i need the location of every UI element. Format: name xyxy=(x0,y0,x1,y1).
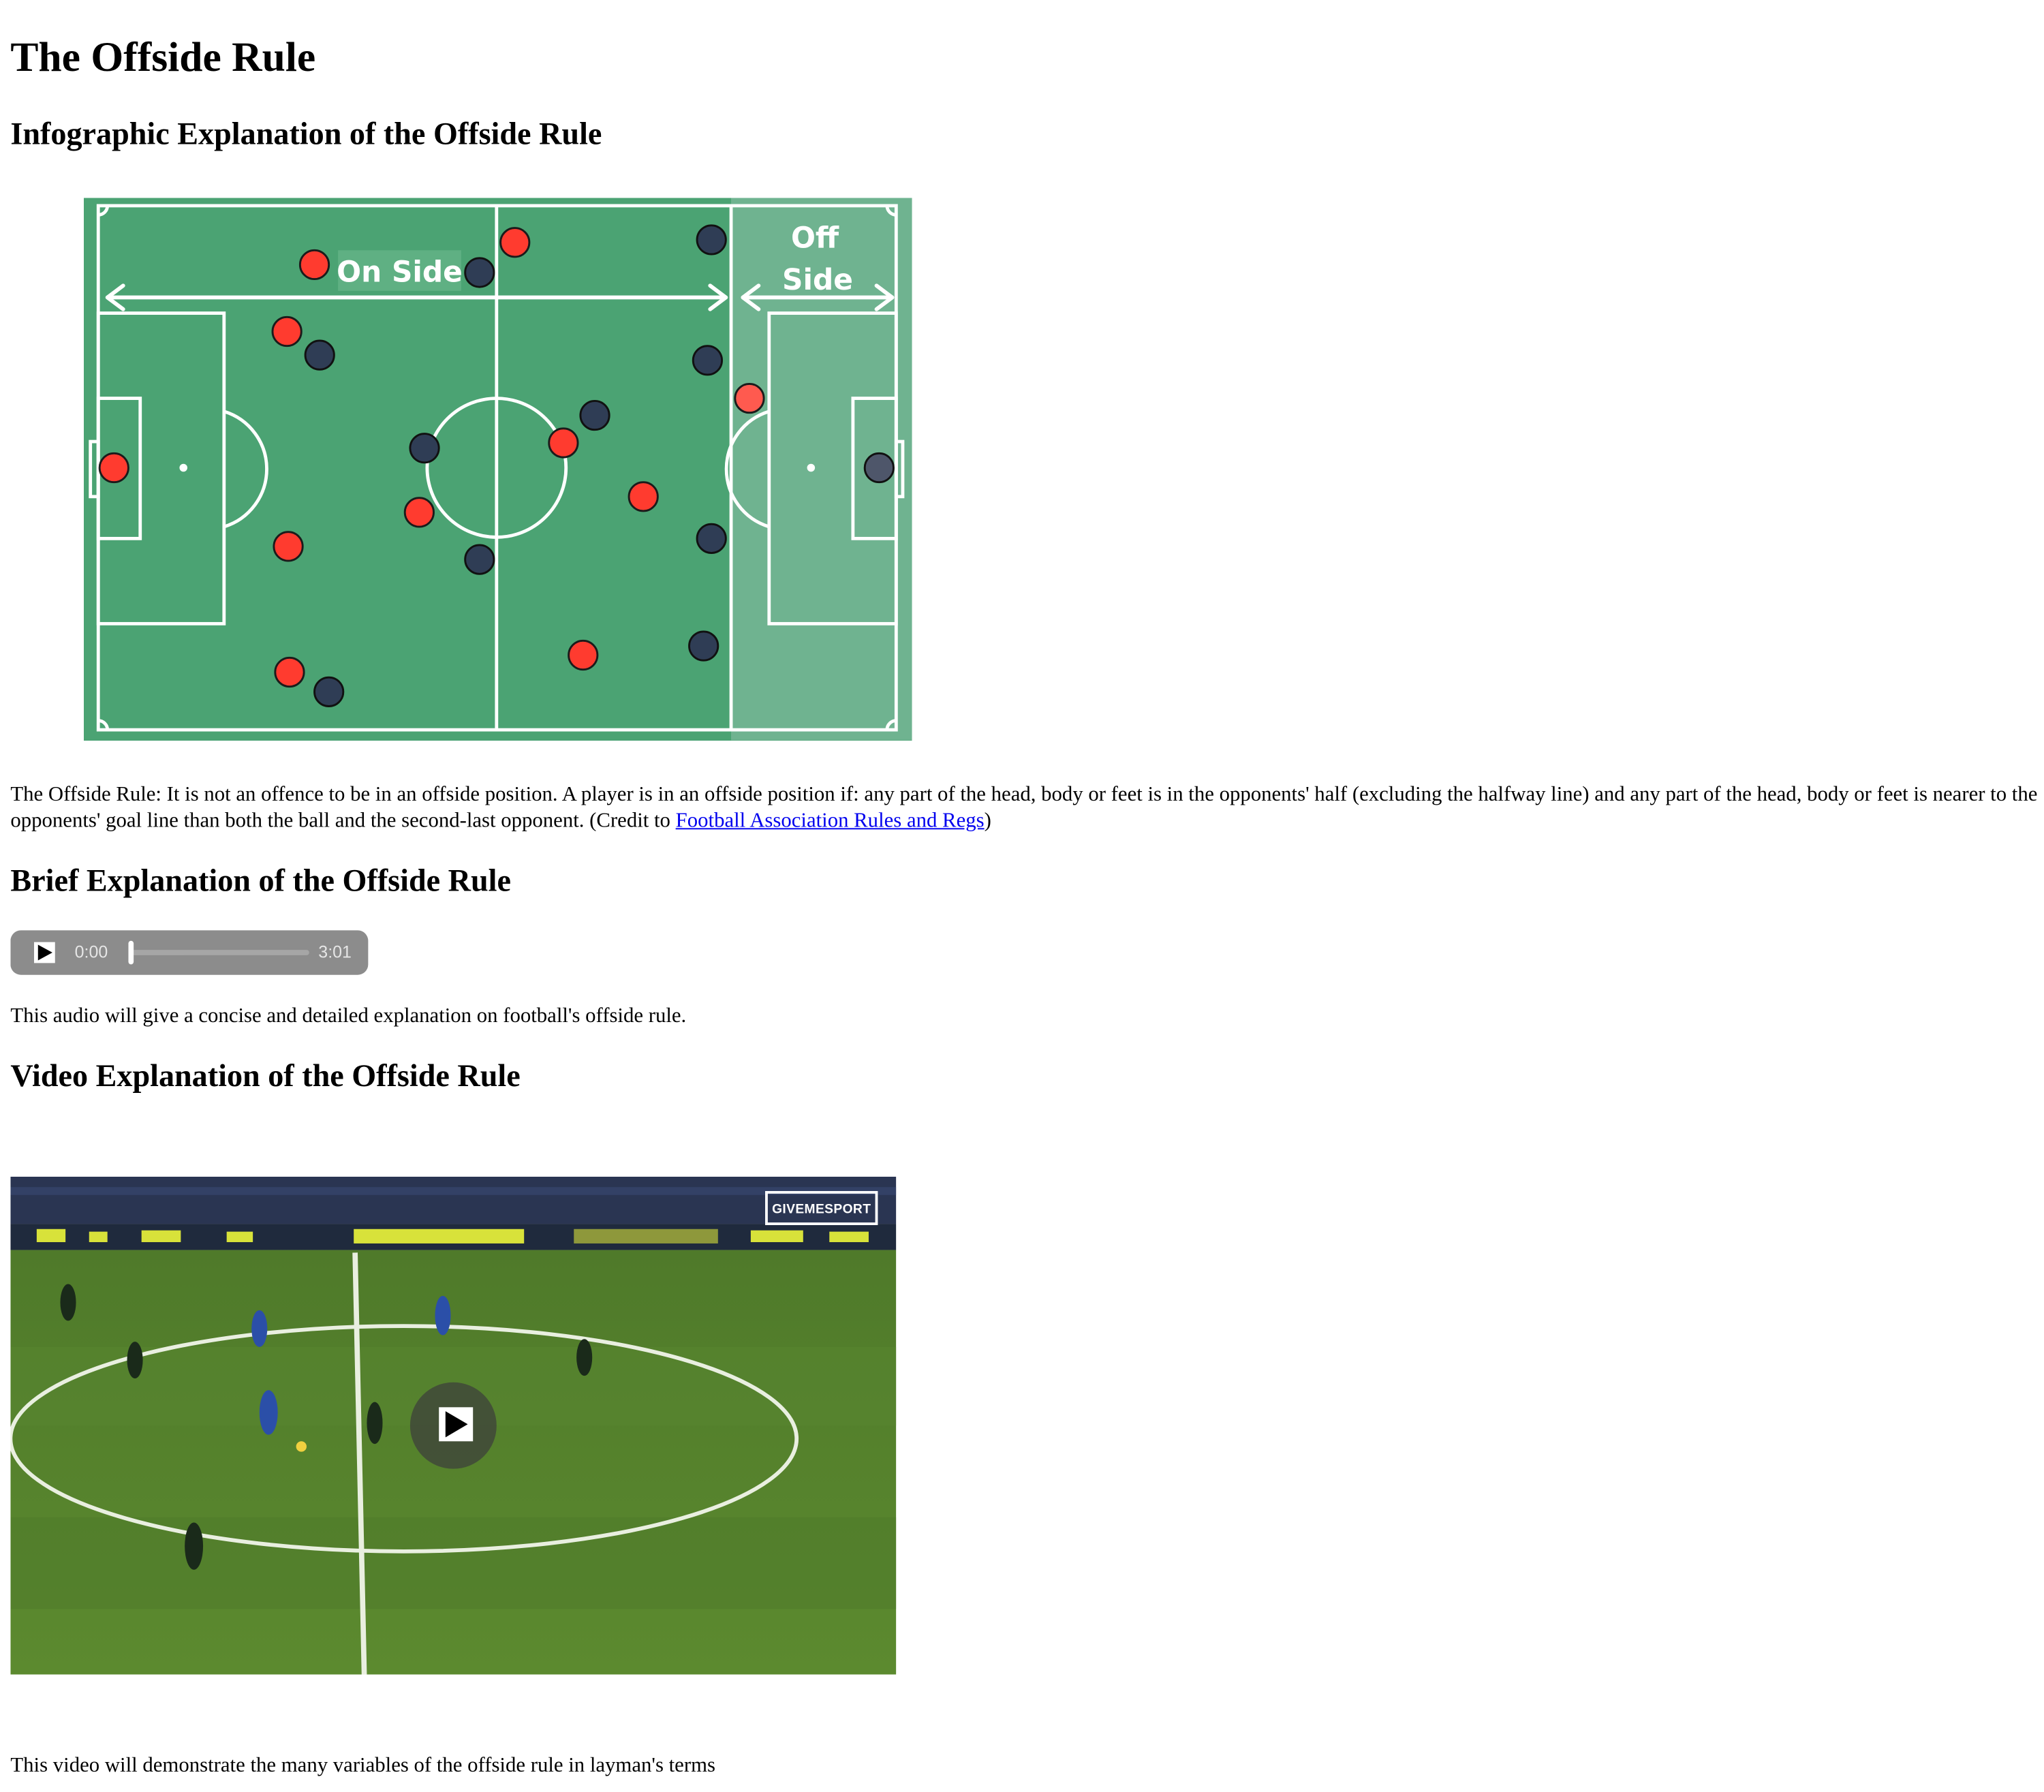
red-player xyxy=(98,452,129,484)
red-player xyxy=(628,481,659,512)
red-player xyxy=(271,315,303,347)
dark-player xyxy=(696,523,727,554)
onside-label: On Side xyxy=(337,255,463,288)
grass-band xyxy=(10,1517,897,1609)
rule-suffix: ) xyxy=(984,809,991,833)
red-player xyxy=(273,531,304,562)
play-icon xyxy=(439,1407,474,1442)
crowd-highlight xyxy=(10,1187,897,1195)
dark-player xyxy=(688,630,719,662)
audio-heading: Brief Explanation of the Offside Rule xyxy=(10,865,511,899)
fa-rules-link[interactable]: Football Association Rules and Regs xyxy=(676,809,985,832)
red-player xyxy=(298,249,330,281)
audio-player[interactable]: 0:00 3:01 xyxy=(10,930,369,975)
audio-caption: This audio will give a concise and detai… xyxy=(10,1004,687,1028)
video-player[interactable]: GIVEMESPORT xyxy=(10,1176,897,1675)
dark-player xyxy=(464,257,495,288)
red-player xyxy=(403,497,435,528)
dark-player xyxy=(304,339,335,371)
red-player xyxy=(499,227,531,258)
dark-player xyxy=(696,224,727,256)
offside-label-line1: Off xyxy=(791,221,839,254)
audio-progress-thumb[interactable] xyxy=(128,940,134,965)
centre-spot xyxy=(807,463,816,472)
dark-player xyxy=(313,676,345,707)
video-play-button[interactable] xyxy=(409,1382,497,1469)
rule-paragraph: The Offside Rule: It is not an offence t… xyxy=(10,782,2043,835)
offside-label-line2: Side xyxy=(782,263,853,296)
play-icon[interactable] xyxy=(33,942,55,963)
dark-player xyxy=(692,345,724,376)
centre-spot xyxy=(179,463,187,472)
dark-player xyxy=(409,433,440,464)
red-player xyxy=(274,656,305,688)
red-player xyxy=(548,427,579,459)
audio-progress-track[interactable] xyxy=(131,950,309,955)
dark-goalkeeper xyxy=(863,452,895,484)
dark-player xyxy=(579,399,610,431)
video-caption: This video will demonstrate the many var… xyxy=(10,1754,715,1777)
infographic-heading: Infographic Explanation of the Offside R… xyxy=(10,118,602,153)
crowd xyxy=(10,1176,897,1224)
givemesport-logo: GIVEMESPORT xyxy=(765,1191,878,1226)
red-player-offside xyxy=(734,382,765,414)
video-heading: Video Explanation of the Offside Rule xyxy=(10,1060,521,1094)
audio-duration: 3:01 xyxy=(318,942,352,962)
offside-infographic: On Side Off Side xyxy=(84,198,912,741)
red-player xyxy=(568,639,599,671)
rule-body: The Offside Rule: It is not an offence t… xyxy=(10,783,2038,833)
dark-player xyxy=(464,544,495,575)
page-title: The Offside Rule xyxy=(10,33,316,80)
audio-current-time: 0:00 xyxy=(74,942,108,962)
